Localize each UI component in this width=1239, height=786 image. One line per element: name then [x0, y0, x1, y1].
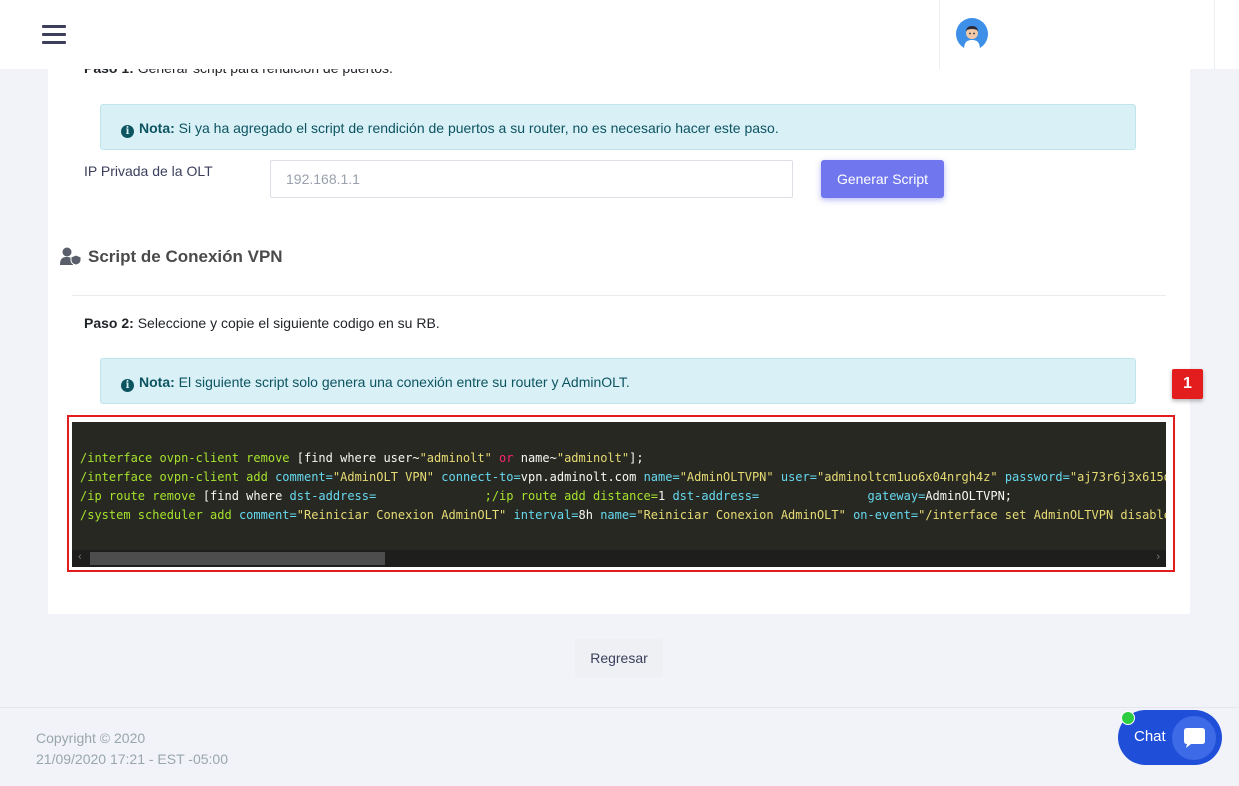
user-avatar-icon[interactable]	[956, 18, 988, 50]
vpn-section-title: Script de Conexión VPN	[60, 247, 283, 270]
annotation-highlight-box	[67, 415, 1175, 572]
user-menu[interactable]	[939, 0, 1215, 69]
top-header	[0, 0, 1239, 69]
note-alert-vpn: i Nota: El siguiente script solo genera u…	[100, 358, 1136, 404]
note-alert-port: i Nota: Si ya ha agregado el script de re…	[100, 104, 1136, 150]
hamburger-menu-icon[interactable]	[42, 25, 66, 45]
back-button[interactable]: Regresar	[575, 639, 663, 677]
chat-bubble-icon	[1172, 716, 1216, 760]
alert-text: El siguiente script solo genera una cone…	[174, 374, 630, 390]
info-icon: i	[121, 379, 134, 392]
generate-script-button[interactable]: Generar Script	[821, 160, 944, 198]
section-divider	[72, 295, 1166, 296]
footer-datetime: 21/09/2020 17:21 - EST -05:00	[36, 751, 228, 767]
alert-text: Si ya ha agregado el script de rendición…	[174, 120, 779, 136]
copyright-text: Copyright © 2020	[36, 730, 146, 746]
online-status-dot	[1121, 711, 1135, 725]
ip-private-input[interactable]	[270, 160, 793, 198]
chat-label: Chat	[1134, 728, 1166, 745]
info-icon: i	[121, 125, 134, 138]
footer: Copyright © 2020 21/09/2020 17:21 - EST …	[0, 707, 1239, 786]
ip-field-label: IP Privada de la OLT	[84, 163, 213, 179]
annotation-badge: 1	[1172, 369, 1203, 399]
alert-label: Nota:	[139, 374, 175, 390]
step2-text: Paso 2: Seleccione y copie el siguiente …	[84, 315, 440, 331]
user-shield-icon	[60, 247, 82, 270]
alert-label: Nota:	[139, 120, 175, 136]
